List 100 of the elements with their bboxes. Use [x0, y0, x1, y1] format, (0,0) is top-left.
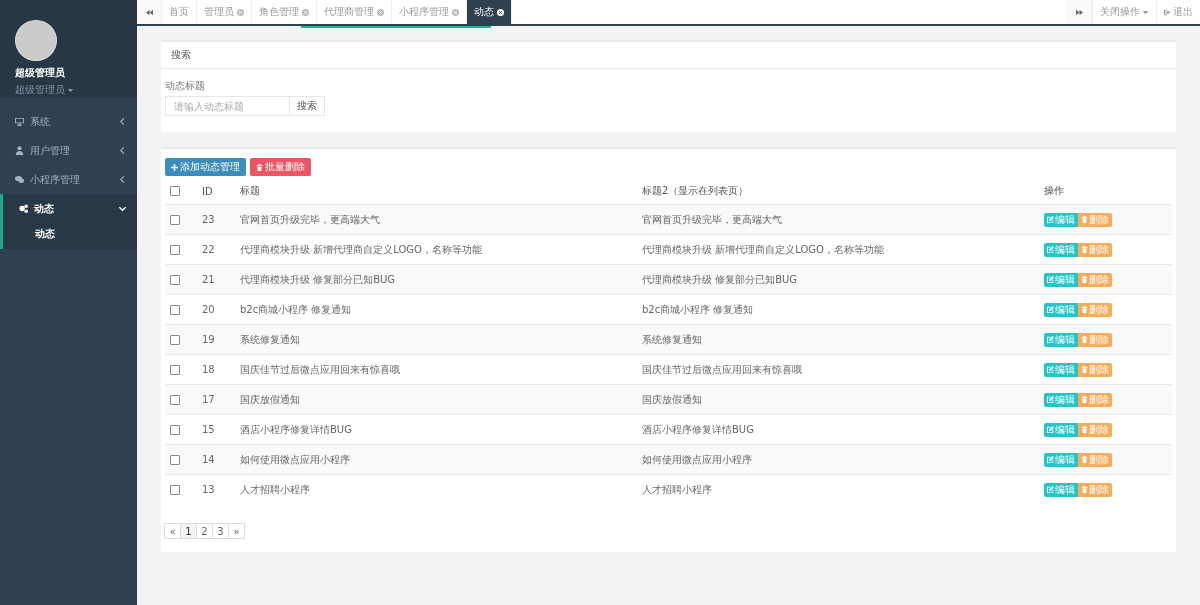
table-cell: 代理商模块升级 修复部分已知BUG: [641, 264, 1043, 295]
close-icon[interactable]: [497, 8, 504, 16]
table-cell: 官网首页升级完毕，更高端大气: [239, 204, 641, 235]
table-cell: b2c商城小程序 修复通知: [239, 294, 641, 325]
chevron-left-icon: [118, 146, 127, 155]
table-cell: 15: [201, 414, 239, 445]
trash-icon: [1081, 396, 1088, 403]
chevron-down-icon: [118, 204, 127, 213]
panel-title: 搜索: [161, 42, 1176, 69]
delete-button[interactable]: 删除: [1078, 362, 1112, 377]
table-cell: b2c商城小程序 修复通知: [641, 294, 1043, 325]
table-cell: 如何使用微点应用小程序: [641, 444, 1043, 475]
trash-icon: [1081, 216, 1088, 223]
sidebar-item[interactable]: 系统: [0, 107, 137, 136]
user-name: 超级管理员: [15, 66, 66, 80]
edit-button[interactable]: 编辑: [1044, 422, 1078, 437]
batch-delete-button[interactable]: 批量删除: [250, 158, 311, 176]
trash-icon: [1081, 276, 1088, 283]
close-actions-dropdown[interactable]: 关闭操作: [1092, 0, 1156, 24]
edit-button[interactable]: 编辑: [1044, 212, 1078, 227]
table-cell: 18: [201, 354, 239, 385]
gears-icon: [19, 204, 28, 213]
caret-icon: [1142, 8, 1149, 16]
scroll-right-button[interactable]: [1067, 0, 1092, 24]
field-label: 动态标题: [165, 79, 206, 93]
avatar: [15, 20, 57, 61]
trash-icon: [1081, 426, 1088, 433]
table-cell: 20: [201, 294, 239, 325]
trash-icon: [1081, 366, 1088, 373]
table-cell: 官网首页升级完毕，更高端大气: [641, 204, 1043, 235]
edit-button[interactable]: 编辑: [1044, 362, 1078, 377]
logout-button[interactable]: 退出: [1156, 0, 1200, 24]
sign-out-icon: [1164, 8, 1171, 16]
edit-icon: [1047, 246, 1054, 253]
edit-button[interactable]: 编辑: [1044, 332, 1078, 347]
row-checkbox[interactable]: [170, 274, 180, 285]
edit-button[interactable]: 编辑: [1044, 302, 1078, 317]
table-cell: 酒店小程序修复详情BUG: [239, 414, 641, 445]
edit-icon: [1047, 426, 1054, 433]
column-header: 操作: [1043, 178, 1172, 205]
tab[interactable]: 动态: [467, 0, 512, 24]
edit-button[interactable]: 编辑: [1044, 242, 1078, 257]
trash-icon: [1081, 246, 1088, 253]
sidebar-item[interactable]: 用户管理: [0, 136, 137, 165]
delete-button[interactable]: 删除: [1078, 482, 1112, 497]
edit-button[interactable]: 编辑: [1044, 452, 1078, 467]
edit-icon: [1047, 486, 1054, 493]
row-checkbox[interactable]: [170, 304, 180, 315]
row-checkbox[interactable]: [170, 364, 180, 375]
row-checkbox[interactable]: [170, 394, 180, 405]
row-checkbox[interactable]: [170, 454, 180, 465]
delete-button[interactable]: 删除: [1078, 452, 1112, 467]
delete-button[interactable]: 删除: [1078, 302, 1112, 317]
add-button[interactable]: 添加动态管理: [165, 158, 246, 176]
page-link[interactable]: »: [228, 523, 245, 539]
table-cell: 代理商模块升级 修复部分已知BUG: [239, 264, 641, 295]
table-cell: 代理商模块升级 新增代理商自定义LOGO，名称等功能: [641, 234, 1043, 265]
table-cell: 代理商模块升级 新增代理商自定义LOGO，名称等功能: [239, 234, 641, 265]
table-cell: 人才招聘小程序: [641, 474, 1043, 504]
edit-icon: [1047, 456, 1054, 463]
trash-icon: [1081, 486, 1088, 493]
role-dropdown[interactable]: 超级管理员: [15, 83, 137, 97]
monitor-icon: [15, 117, 24, 126]
edit-icon: [1047, 366, 1054, 373]
edit-button[interactable]: 编辑: [1044, 272, 1078, 287]
edit-button[interactable]: 编辑: [1044, 392, 1078, 407]
sidebar-item[interactable]: 动态: [0, 194, 137, 223]
trash-icon: [1081, 306, 1088, 313]
delete-button[interactable]: 删除: [1078, 242, 1112, 257]
double-left-arrow-icon: [145, 8, 153, 16]
edit-icon: [1047, 336, 1054, 343]
edit-icon: [1047, 396, 1054, 403]
table-cell: 23: [201, 204, 239, 235]
column-header: 标题: [239, 178, 641, 205]
table-cell: 如何使用微点应用小程序: [239, 444, 641, 475]
delete-button[interactable]: 删除: [1078, 272, 1112, 287]
edit-button[interactable]: 编辑: [1044, 482, 1078, 497]
person-icon: [15, 146, 24, 155]
table-cell: 19: [201, 324, 239, 355]
row-checkbox[interactable]: [170, 484, 180, 495]
row-checkbox[interactable]: [170, 334, 180, 345]
search-field[interactable]: 请输入动态标题: [165, 96, 290, 116]
row-checkbox[interactable]: [170, 214, 180, 225]
table-cell: 系统修复通知: [641, 324, 1043, 355]
table-cell: 人才招聘小程序: [239, 474, 641, 504]
chevron-left-icon: [118, 117, 127, 126]
table-cell: 14: [201, 444, 239, 475]
delete-button[interactable]: 删除: [1078, 332, 1112, 347]
table-cell: 系统修复通知: [239, 324, 641, 355]
scroll-left-button[interactable]: [137, 0, 162, 24]
chevron-left-icon: [118, 175, 127, 184]
caret-icon: [67, 86, 74, 94]
sidebar-item[interactable]: 小程序管理: [0, 165, 137, 194]
search-button[interactable]: 搜索: [289, 96, 325, 116]
delete-button[interactable]: 删除: [1078, 422, 1112, 437]
row-checkbox[interactable]: [170, 424, 180, 435]
select-all-checkbox[interactable]: [170, 186, 180, 196]
delete-button[interactable]: 删除: [1078, 392, 1112, 407]
row-checkbox[interactable]: [170, 244, 180, 255]
delete-button[interactable]: 删除: [1078, 212, 1112, 227]
